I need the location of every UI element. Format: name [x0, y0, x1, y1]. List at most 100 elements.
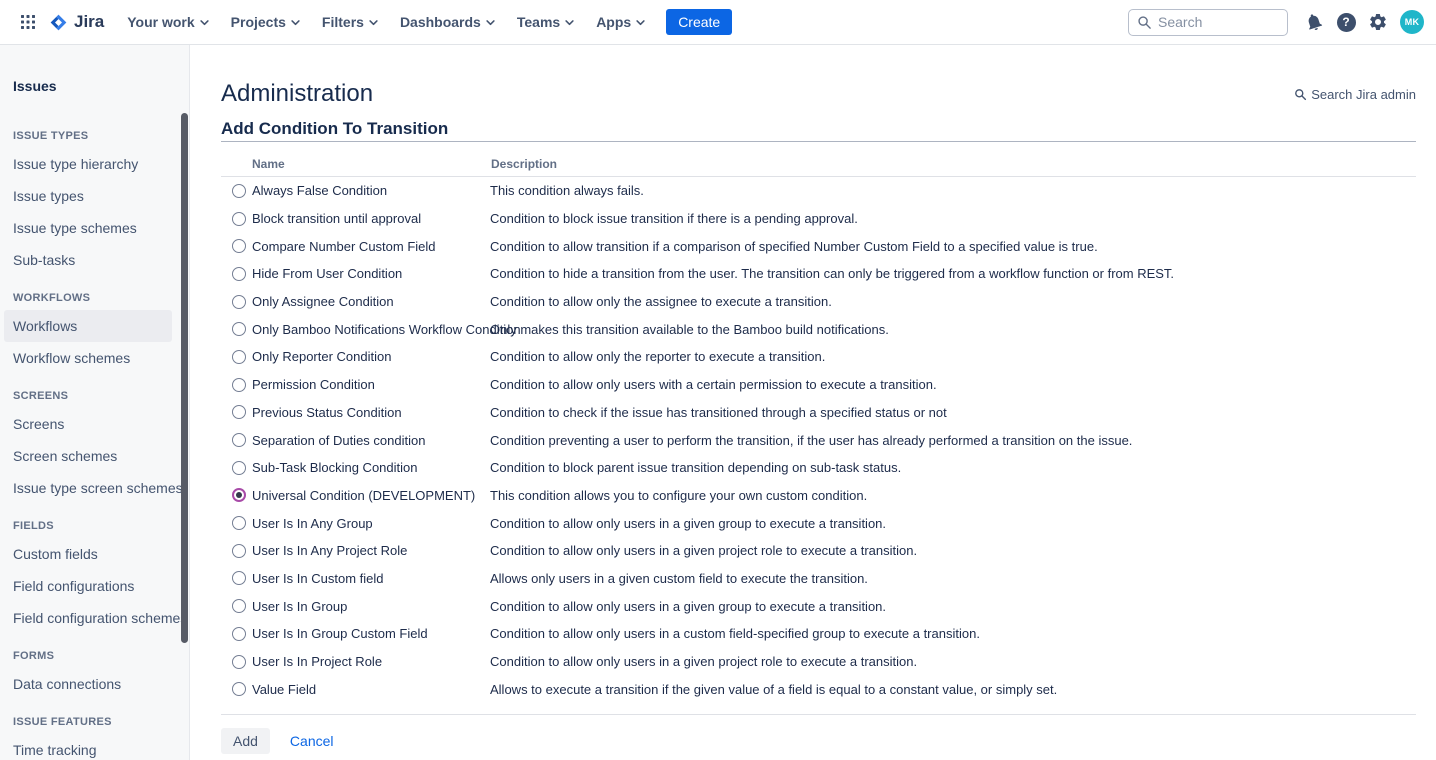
condition-row-separation-of-duties-condition[interactable]: Separation of Duties conditionCondition … — [221, 426, 1416, 454]
nav-item-your-work[interactable]: Your work — [116, 6, 219, 38]
condition-row-user-is-in-project-role[interactable]: User Is In Project RoleCondition to allo… — [221, 648, 1416, 676]
sidebar-item-time-tracking[interactable]: Time tracking — [4, 734, 172, 760]
nav-item-projects[interactable]: Projects — [220, 6, 311, 38]
sidebar-sections: ISSUE TYPESIssue type hierarchyIssue typ… — [0, 130, 189, 760]
condition-radio[interactable] — [232, 461, 246, 475]
sidebar-item-custom-fields[interactable]: Custom fields — [4, 538, 172, 570]
condition-radio[interactable] — [232, 350, 246, 364]
condition-radio[interactable] — [232, 627, 246, 641]
condition-name: Only Bamboo Notifications Workflow Condi… — [252, 322, 490, 337]
help-button[interactable]: ? — [1330, 6, 1362, 38]
condition-row-sub-task-blocking-condition[interactable]: Sub-Task Blocking ConditionCondition to … — [221, 454, 1416, 482]
sidebar-section-header-screens: SCREENS — [13, 390, 176, 403]
search-jira-admin-link[interactable]: Search Jira admin — [1294, 87, 1416, 102]
condition-radio[interactable] — [232, 544, 246, 558]
sidebar-item-issue-type-hierarchy[interactable]: Issue type hierarchy — [4, 148, 172, 180]
sidebar-item-issue-type-screen-schemes[interactable]: Issue type screen schemes — [4, 472, 172, 504]
condition-row-always-false-condition[interactable]: Always False ConditionThis condition alw… — [221, 177, 1416, 205]
condition-row-user-is-in-group[interactable]: User Is In GroupCondition to allow only … — [221, 592, 1416, 620]
nav-item-dashboards[interactable]: Dashboards — [389, 6, 506, 38]
nav-item-label: Projects — [231, 14, 286, 30]
sidebar-item-screen-schemes[interactable]: Screen schemes — [4, 440, 172, 472]
condition-name: Block transition until approval — [252, 211, 490, 226]
condition-name: User Is In Group Custom Field — [252, 626, 490, 641]
nav-item-label: Your work — [127, 14, 194, 30]
condition-description: Condition to hide a transition from the … — [490, 266, 1416, 281]
condition-radio[interactable] — [232, 599, 246, 613]
condition-row-block-transition-until-approval[interactable]: Block transition until approvalCondition… — [221, 205, 1416, 233]
sidebar-item-data-connections[interactable]: Data connections — [4, 668, 172, 700]
condition-radio[interactable] — [232, 682, 246, 696]
nav-search-box[interactable] — [1128, 9, 1288, 36]
condition-name: User Is In Project Role — [252, 654, 490, 669]
condition-radio-selected[interactable] — [232, 488, 246, 502]
chevron-down-icon — [565, 18, 574, 27]
form-actions: Add Cancel — [221, 728, 1416, 754]
condition-name: User Is In Any Group — [252, 516, 490, 531]
condition-radio[interactable] — [232, 655, 246, 669]
condition-name: Only Reporter Condition — [252, 349, 490, 364]
condition-radio[interactable] — [232, 378, 246, 392]
condition-name: User Is In Any Project Role — [252, 543, 490, 558]
create-button[interactable]: Create — [666, 9, 732, 35]
condition-row-user-is-in-group-custom-field[interactable]: User Is In Group Custom FieldCondition t… — [221, 620, 1416, 648]
nav-item-teams[interactable]: Teams — [506, 6, 585, 38]
sidebar-item-field-configurations[interactable]: Field configurations — [4, 570, 172, 602]
cancel-link[interactable]: Cancel — [290, 733, 334, 749]
condition-radio[interactable] — [232, 212, 246, 226]
bell-icon — [1301, 9, 1326, 34]
sidebar-item-field-configuration-schemes[interactable]: Field configuration schemes — [4, 602, 172, 634]
condition-description: Condition to allow only users in a given… — [490, 516, 1416, 531]
condition-radio[interactable] — [232, 405, 246, 419]
app-switcher-button[interactable] — [12, 6, 44, 38]
sidebar-item-issue-types[interactable]: Issue types — [4, 180, 172, 212]
condition-row-value-field[interactable]: Value FieldAllows to execute a transitio… — [221, 675, 1416, 703]
main-content: Administration Search Jira admin Add Con… — [190, 45, 1436, 760]
condition-row-user-is-in-any-group[interactable]: User Is In Any GroupCondition to allow o… — [221, 509, 1416, 537]
search-input[interactable] — [1158, 14, 1268, 30]
condition-row-user-is-in-custom-field[interactable]: User Is In Custom fieldAllows only users… — [221, 565, 1416, 593]
settings-button[interactable] — [1362, 6, 1394, 38]
condition-radio[interactable] — [232, 239, 246, 253]
condition-row-previous-status-condition[interactable]: Previous Status ConditionCondition to ch… — [221, 399, 1416, 427]
jira-logo[interactable]: Jira — [48, 12, 104, 33]
condition-radio[interactable] — [232, 184, 246, 198]
condition-row-permission-condition[interactable]: Permission ConditionCondition to allow o… — [221, 371, 1416, 399]
condition-row-user-is-in-any-project-role[interactable]: User Is In Any Project RoleCondition to … — [221, 537, 1416, 565]
condition-row-only-bamboo-notifications-workflow-condition[interactable]: Only Bamboo Notifications Workflow Condi… — [221, 315, 1416, 343]
chevron-down-icon — [291, 18, 300, 27]
main-header: Administration Search Jira admin — [221, 81, 1416, 107]
condition-radio[interactable] — [232, 322, 246, 336]
nav-item-label: Dashboards — [400, 14, 481, 30]
jira-admin-page: Jira Your work Projects Filters Dashboards T… — [0, 0, 1436, 760]
condition-radio[interactable] — [232, 295, 246, 309]
condition-row-only-assignee-condition[interactable]: Only Assignee ConditionCondition to allo… — [221, 288, 1416, 316]
sidebar-item-workflow-schemes[interactable]: Workflow schemes — [4, 342, 172, 374]
condition-row-compare-number-custom-field[interactable]: Compare Number Custom FieldCondition to … — [221, 232, 1416, 260]
condition-radio[interactable] — [232, 516, 246, 530]
nav-item-label: Apps — [596, 14, 631, 30]
condition-row-universal-condition-development[interactable]: Universal Condition (DEVELOPMENT)This co… — [221, 482, 1416, 510]
nav-right-cluster: ? MK — [1128, 6, 1424, 38]
sidebar-scrollbar[interactable] — [181, 113, 188, 643]
user-avatar[interactable]: MK — [1400, 10, 1424, 34]
condition-row-hide-from-user-condition[interactable]: Hide From User ConditionCondition to hid… — [221, 260, 1416, 288]
condition-radio[interactable] — [232, 267, 246, 281]
sidebar-item-issue-type-schemes[interactable]: Issue type schemes — [4, 212, 172, 244]
condition-name: Permission Condition — [252, 377, 490, 392]
condition-radio[interactable] — [232, 433, 246, 447]
condition-row-only-reporter-condition[interactable]: Only Reporter ConditionCondition to allo… — [221, 343, 1416, 371]
sidebar-item-screens[interactable]: Screens — [4, 408, 172, 440]
condition-radio[interactable] — [232, 571, 246, 585]
add-button[interactable]: Add — [221, 728, 270, 754]
sidebar-item-workflows[interactable]: Workflows — [4, 310, 172, 342]
table-header: Name Description — [221, 142, 1416, 177]
condition-description: Condition to check if the issue has tran… — [490, 405, 1416, 420]
nav-item-filters[interactable]: Filters — [311, 6, 389, 38]
nav-item-apps[interactable]: Apps — [585, 6, 656, 38]
notifications-button[interactable] — [1298, 6, 1330, 38]
sidebar-item-sub-tasks[interactable]: Sub-tasks — [4, 244, 172, 276]
chevron-down-icon — [636, 18, 645, 27]
condition-description: Condition to allow only the reporter to … — [490, 349, 1416, 364]
top-navigation: Jira Your work Projects Filters Dashboards T… — [0, 0, 1436, 45]
